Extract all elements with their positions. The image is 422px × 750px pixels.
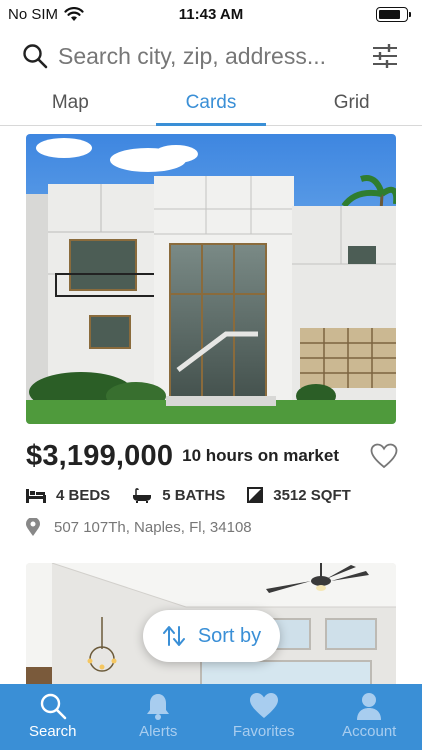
wifi-icon [64, 6, 84, 21]
nav-search-label: Search [28, 723, 77, 740]
listing-address-row: 507 107Th, Naples, Fl, 34108 [26, 514, 396, 540]
status-left: No SIM [8, 6, 84, 23]
baths-feature: 5 BATHS [132, 487, 225, 504]
nav-account[interactable]: Account [317, 684, 422, 750]
tab-cards[interactable]: Cards [141, 84, 282, 126]
search-input[interactable] [58, 42, 358, 70]
heart-icon [249, 693, 278, 718]
bathtub-icon [133, 488, 152, 503]
listing-price: $3,199,000 [26, 439, 174, 472]
baths-label: 5 BATHS [162, 486, 226, 504]
person-icon [357, 693, 382, 720]
nav-alerts[interactable]: Alerts [106, 684, 212, 750]
nav-alerts-label: Alerts [139, 723, 178, 740]
search-bar [0, 34, 422, 78]
time-on-market: 10 hours on market [182, 446, 339, 465]
sort-arrows-icon [162, 626, 185, 646]
sort-by-button[interactable]: Sort by [143, 610, 280, 662]
status-bar: No SIM 11:43 AM [0, 0, 422, 28]
bell-icon [147, 694, 170, 720]
tab-grid[interactable]: Grid [281, 84, 422, 125]
area-square-icon [247, 487, 264, 503]
search-icon [40, 693, 67, 720]
location-pin-icon [26, 518, 40, 536]
view-tabs: Map Cards Grid [0, 84, 422, 126]
sort-by-label: Sort by [197, 624, 262, 647]
search-icon [23, 44, 48, 69]
bed-icon [26, 489, 46, 503]
listing-price-row: $3,199,000 10 hours on market [26, 436, 398, 476]
beds-feature: 4 BEDS [26, 487, 110, 504]
carrier-label: No SIM [8, 5, 59, 23]
tab-map[interactable]: Map [0, 84, 141, 125]
sqft-feature: 3512 SQFT [247, 487, 351, 504]
nav-account-label: Account [342, 723, 397, 740]
battery-fill [379, 9, 400, 19]
filter-sliders-icon[interactable] [370, 41, 400, 71]
listing-address: 507 107Th, Naples, Fl, 34108 [54, 518, 252, 536]
listing-features: 4 BEDS 5 BATHS 3512 SQFT [26, 482, 396, 508]
nav-search[interactable]: Search [0, 684, 106, 750]
listing-photo[interactable] [26, 134, 396, 424]
bottom-nav: Search Alerts Favorites Account [0, 684, 422, 750]
battery-icon [376, 6, 411, 22]
sqft-label: 3512 SQFT [273, 486, 351, 504]
beds-label: 4 BEDS [56, 486, 111, 504]
nav-favorites-label: Favorites [232, 723, 295, 740]
nav-favorites[interactable]: Favorites [211, 684, 317, 750]
favorite-heart-icon[interactable] [370, 443, 398, 469]
